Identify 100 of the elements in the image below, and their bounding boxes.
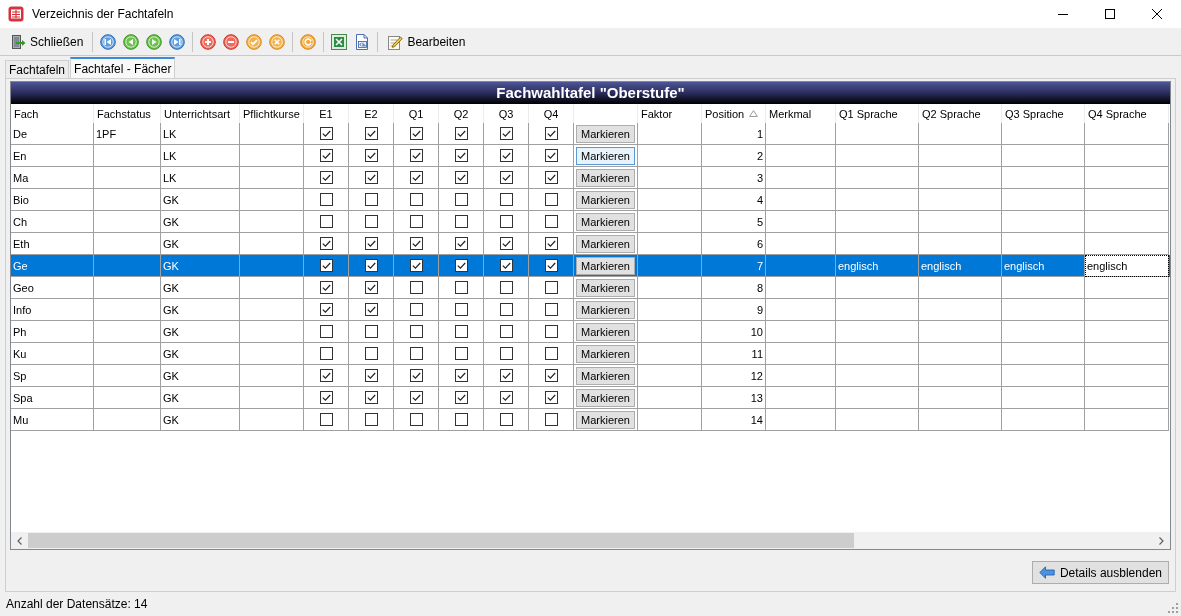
checkmark-icon[interactable] [246, 33, 263, 50]
checkbox[interactable] [454, 325, 468, 338]
checkbox[interactable] [319, 259, 333, 272]
checkbox[interactable] [544, 215, 558, 228]
checkbox[interactable] [544, 347, 558, 360]
checkbox[interactable] [364, 127, 378, 140]
checkbox[interactable] [544, 259, 558, 272]
tab[interactable]: Fachtafeln [5, 60, 70, 78]
checkbox[interactable] [364, 149, 378, 162]
checkbox[interactable] [409, 171, 423, 184]
horizontal-scrollbar[interactable] [11, 532, 1170, 549]
checkbox[interactable] [409, 303, 423, 316]
checkbox[interactable] [454, 391, 468, 404]
checkbox[interactable] [499, 237, 513, 250]
checkbox[interactable] [544, 149, 558, 162]
checkbox[interactable] [499, 303, 513, 316]
checkbox[interactable] [409, 259, 423, 272]
table-row[interactable]: De 1PF LK Markieren 1 [11, 123, 1170, 145]
checkbox[interactable] [319, 127, 333, 140]
checkbox[interactable] [454, 369, 468, 382]
checkbox[interactable] [454, 171, 468, 184]
mark-button[interactable]: Markieren [576, 344, 635, 363]
mark-button[interactable]: Markieren [576, 234, 635, 253]
table-row[interactable]: Ma LK Markieren 3 [11, 167, 1170, 189]
checkbox[interactable] [364, 303, 378, 316]
checkbox[interactable] [364, 347, 378, 360]
table-row[interactable]: Ch GK Markieren 5 [11, 211, 1170, 233]
checkbox[interactable] [544, 325, 558, 338]
scrollbar-thumb[interactable] [28, 533, 854, 548]
table-row[interactable]: Sp GK Markieren 12 [11, 365, 1170, 387]
checkbox[interactable] [409, 149, 423, 162]
checkbox[interactable] [409, 347, 423, 360]
checkbox[interactable] [319, 413, 333, 426]
next-icon[interactable] [146, 33, 163, 50]
checkbox[interactable] [364, 391, 378, 404]
checkbox[interactable] [364, 215, 378, 228]
checkbox[interactable] [409, 237, 423, 250]
checkbox[interactable] [319, 347, 333, 360]
mark-button[interactable]: Markieren [576, 256, 635, 275]
checkbox[interactable] [409, 369, 423, 382]
skip-to-end-icon[interactable] [169, 33, 186, 50]
mark-button[interactable]: Markieren [576, 146, 635, 165]
checkbox[interactable] [409, 193, 423, 206]
details-button[interactable]: Details ausblenden [1031, 561, 1169, 584]
remove-icon[interactable] [223, 33, 240, 50]
checkbox[interactable] [409, 413, 423, 426]
mark-button[interactable]: Markieren [576, 300, 635, 319]
checkbox[interactable] [544, 391, 558, 404]
checkbox[interactable] [544, 413, 558, 426]
spreadsheet-icon[interactable] [331, 33, 348, 50]
previous-icon[interactable] [123, 33, 140, 50]
table-row[interactable]: Info GK Markieren 9 [11, 299, 1170, 321]
checkbox[interactable] [319, 237, 333, 250]
mark-button[interactable]: Markieren [576, 388, 635, 407]
checkbox[interactable] [319, 325, 333, 338]
checkbox[interactable] [319, 281, 333, 294]
skip-to-start-icon[interactable] [100, 33, 117, 50]
checkbox[interactable] [499, 281, 513, 294]
checkbox[interactable] [364, 281, 378, 294]
checkbox[interactable] [454, 413, 468, 426]
checkbox[interactable] [454, 193, 468, 206]
checkbox[interactable] [499, 369, 513, 382]
mark-button[interactable]: Markieren [576, 322, 635, 341]
checkbox[interactable] [454, 347, 468, 360]
checkbox[interactable] [499, 259, 513, 272]
mark-button[interactable]: Markieren [576, 212, 635, 231]
checkbox[interactable] [454, 237, 468, 250]
checkbox[interactable] [454, 149, 468, 162]
add-icon[interactable] [200, 33, 217, 50]
checkbox[interactable] [499, 149, 513, 162]
checkbox[interactable] [544, 127, 558, 140]
checkbox[interactable] [319, 369, 333, 382]
checkbox[interactable] [544, 193, 558, 206]
table-row[interactable]: Ph GK Markieren 10 [11, 321, 1170, 343]
close-icon[interactable] [1152, 9, 1162, 19]
table-row[interactable]: Ku GK Markieren 11 [11, 343, 1170, 365]
checkbox[interactable] [319, 171, 333, 184]
tab[interactable]: Fachtafel - Fächer [70, 57, 176, 78]
table-row[interactable]: Ge GK Markieren 7 englisch englisch englisch englisch [11, 255, 1170, 277]
chevron-right-icon[interactable] [1159, 536, 1164, 545]
refresh-icon[interactable] [300, 33, 317, 50]
table-row[interactable]: Mu GK Markieren 14 [11, 409, 1170, 431]
checkbox[interactable] [499, 127, 513, 140]
checkbox[interactable] [319, 391, 333, 404]
checkbox[interactable] [499, 347, 513, 360]
checkbox[interactable] [319, 193, 333, 206]
checkbox[interactable] [319, 215, 333, 228]
table-row[interactable]: Eth GK Markieren 6 [11, 233, 1170, 255]
document-icon[interactable] [354, 33, 371, 50]
checkbox[interactable] [319, 303, 333, 316]
table-row[interactable]: Spa GK Markieren 13 [11, 387, 1170, 409]
checkbox[interactable] [499, 193, 513, 206]
checkbox[interactable] [499, 171, 513, 184]
checkbox[interactable] [364, 259, 378, 272]
checkbox[interactable] [319, 149, 333, 162]
checkbox[interactable] [364, 193, 378, 206]
checkbox[interactable] [409, 281, 423, 294]
checkbox[interactable] [409, 215, 423, 228]
table-row[interactable]: Bio GK Markieren 4 [11, 189, 1170, 211]
checkbox[interactable] [499, 215, 513, 228]
